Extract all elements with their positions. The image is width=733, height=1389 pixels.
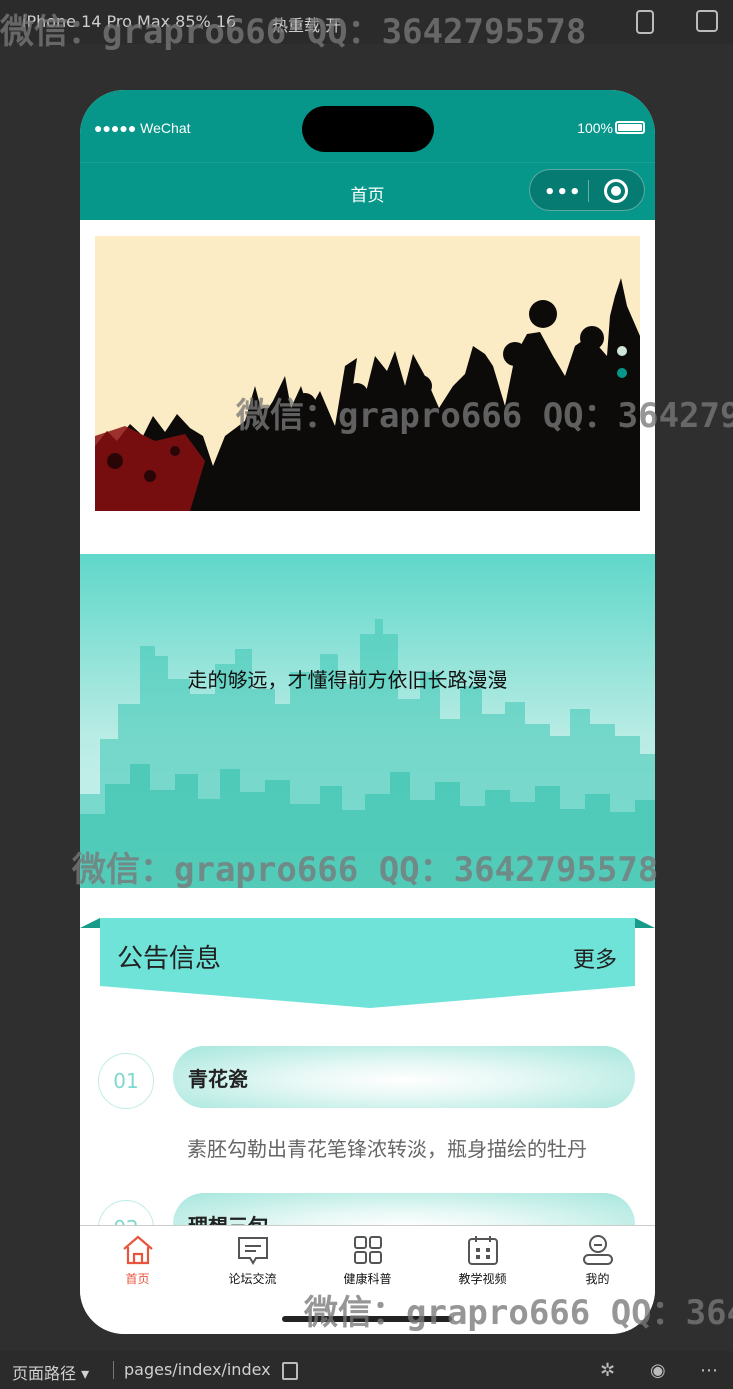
tab-forum[interactable]: 论坛交流: [195, 1234, 310, 1287]
city-banner: 走的够远，才懂得前方依旧长路漫漫: [80, 554, 655, 888]
more-options-icon[interactable]: ⋯: [700, 1360, 718, 1381]
bug-icon[interactable]: ✲: [600, 1360, 615, 1381]
notice-header: 公告信息 更多: [80, 916, 655, 1012]
phone-simulator: ●●●●● WeChat 100% 首页 ••• 走的够远，才懂得前方依旧长路漫…: [80, 90, 655, 1334]
page-path-label-text: 页面路径: [12, 1364, 77, 1383]
hot-reload-toggle[interactable]: 热重载 开: [272, 12, 341, 36]
notice-title-pill[interactable]: 青花瓷: [173, 1046, 635, 1108]
tab-label: 教学视频: [458, 1272, 507, 1286]
home-indicator: [282, 1316, 452, 1322]
copy-icon[interactable]: [282, 1362, 298, 1380]
tab-profile[interactable]: 我的: [540, 1234, 655, 1287]
notice-title: 公告信息: [117, 944, 222, 974]
banner-carousel[interactable]: [95, 236, 640, 511]
home-icon: [122, 1235, 153, 1265]
tab-label: 论坛交流: [228, 1272, 277, 1286]
carousel-dot-active[interactable]: [617, 368, 627, 378]
divider: [113, 1361, 114, 1379]
battery-icon: [615, 121, 645, 134]
tab-label: 健康科普: [343, 1272, 392, 1286]
capsule-divider: [588, 180, 589, 202]
page-path-value: pages/index/index: [124, 1360, 271, 1379]
more-icon[interactable]: •••: [544, 182, 582, 203]
dynamic-island: [302, 106, 434, 152]
nav-bar: 首页 •••: [80, 162, 655, 220]
notice-item-title: 青花瓷: [188, 1067, 248, 1091]
crowd-silhouette-image: [95, 278, 640, 511]
tab-label: 我的: [585, 1272, 610, 1286]
notice-number: 01: [98, 1053, 154, 1109]
phone-icon[interactable]: [636, 10, 654, 34]
page-path-label[interactable]: 页面路径 ▾: [12, 1360, 89, 1384]
window-icon[interactable]: [696, 10, 718, 32]
carrier-label: ●●●●● WeChat: [94, 120, 191, 136]
more-link[interactable]: 更多: [573, 942, 617, 974]
tab-label: 首页: [125, 1272, 150, 1286]
calendar-icon: [467, 1236, 498, 1265]
tab-health[interactable]: 健康科普: [310, 1234, 425, 1287]
notice-item-desc: 素胚勾勒出青花笔锋浓转淡，瓶身描绘的牡丹: [187, 1137, 587, 1161]
grid-icon: [353, 1236, 382, 1264]
close-capsule-icon[interactable]: [604, 179, 628, 203]
quote-text: 走的够远，才懂得前方依旧长路漫漫: [187, 668, 508, 692]
devtools-top-bar: iPhone 14 Pro Max 85% 16 热重载 开: [0, 0, 733, 44]
mini-program-capsule[interactable]: •••: [529, 169, 645, 211]
device-selector[interactable]: iPhone 14 Pro Max 85% 16: [22, 12, 236, 31]
carousel-dot[interactable]: [617, 346, 627, 356]
eye-icon[interactable]: ◉: [650, 1360, 666, 1381]
user-icon: [582, 1235, 613, 1265]
city-skyline-image: [80, 619, 655, 888]
tab-home[interactable]: 首页: [80, 1234, 195, 1287]
tab-videos[interactable]: 教学视频: [425, 1234, 540, 1287]
chat-icon: [237, 1237, 268, 1265]
devtools-bottom-bar: 页面路径 ▾ pages/index/index ✲ ◉ ⋯: [0, 1351, 733, 1389]
battery-label: 100%: [577, 120, 613, 136]
